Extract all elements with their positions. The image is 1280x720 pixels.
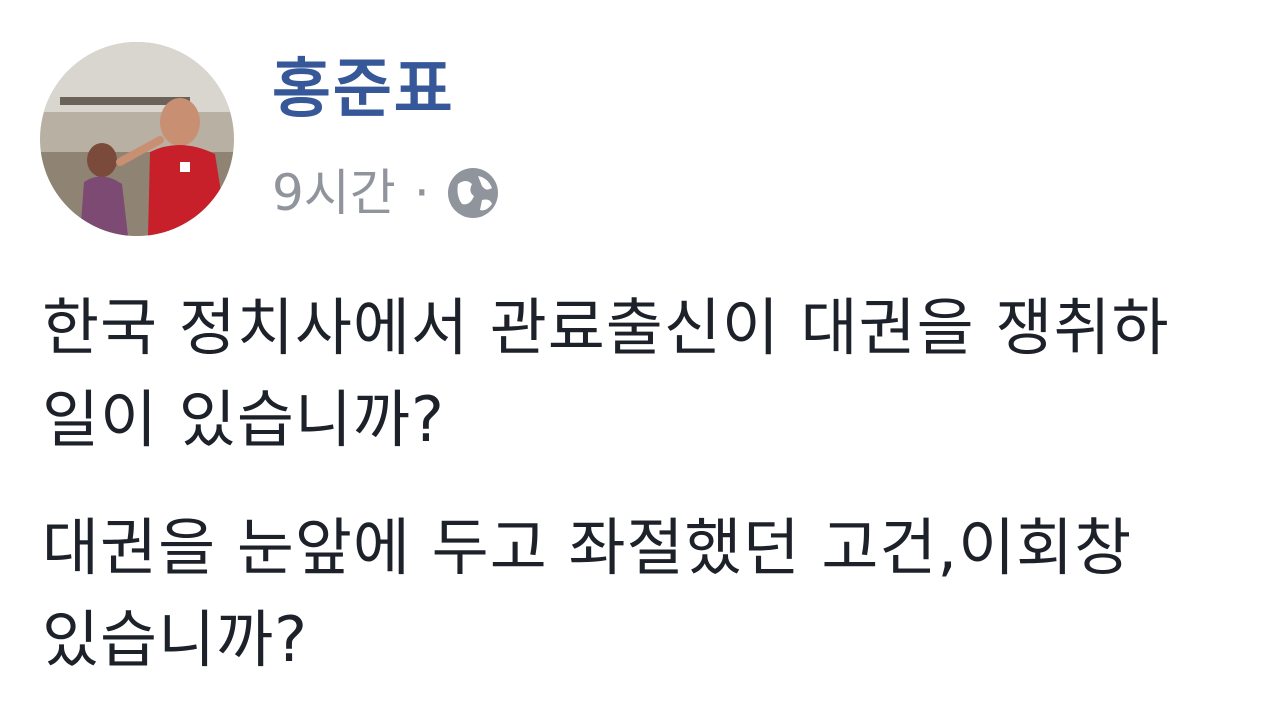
post-text-line: 한국 정치사에서 관료출신이 대권을 쟁취하 (42, 291, 1170, 364)
author-avatar[interactable] (40, 42, 234, 236)
post-meta: 9시간 · (272, 158, 502, 228)
globe-icon[interactable] (444, 164, 502, 222)
post-text-line: 일이 있습니까? (42, 383, 445, 456)
post-paragraph: 대권을 눈앞에 두고 좌절했던 고건,이회창 있습니까? (42, 502, 1280, 686)
post-timestamp[interactable]: 9시간 (272, 168, 396, 218)
facebook-post: 홍준표 9시간 · 한국 정치사에서 관료출신이 대권을 쟁취하 일이 있습니까… (0, 0, 1280, 720)
post-text-line: 대권을 눈앞에 두고 좌절했던 고건,이회창 (42, 511, 1133, 584)
post-paragraph: 한국 정치사에서 관료출신이 대권을 쟁취하 일이 있습니까? (42, 282, 1280, 466)
meta-separator: · (413, 164, 430, 222)
post-text-line: 있습니까? (42, 603, 309, 676)
post-body: 한국 정치사에서 관료출신이 대권을 쟁취하 일이 있습니까? 대권을 눈앞에 … (42, 282, 1280, 686)
author-name-link[interactable]: 홍준표 (272, 58, 455, 122)
avatar-photo (40, 42, 234, 236)
